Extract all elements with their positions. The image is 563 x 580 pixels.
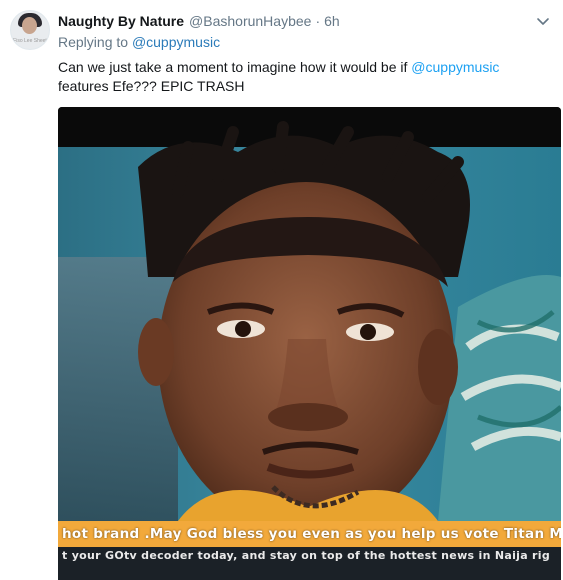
tweet-text-after: features Efe??? EPIC TRASH: [58, 78, 245, 94]
header-separator: ·: [315, 13, 321, 29]
avatar-caption: Fiso Lee Sheet: [13, 38, 47, 44]
tweet-timestamp[interactable]: 6h: [324, 13, 340, 29]
tweet-text-before: Can we just take a moment to imagine how…: [58, 59, 412, 75]
author-avatar[interactable]: Fiso Lee Sheet: [10, 10, 50, 50]
tweet-header: Naughty By Nature @BashorunHaybee · 6h: [58, 10, 553, 32]
author-handle[interactable]: @BashorunHaybee: [189, 13, 311, 29]
ticker-bottom: t your GOtv decoder today, and stay on t…: [58, 547, 561, 580]
ticker-top: hot brand .May God bless you even as you…: [58, 521, 561, 547]
tweet-mention[interactable]: @cuppymusic: [411, 59, 499, 75]
avatar-face: [22, 17, 37, 34]
author-name[interactable]: Naughty By Nature: [58, 13, 184, 29]
replying-prefix: Replying to: [58, 34, 129, 50]
replying-to-line: Replying to @cuppymusic: [58, 34, 220, 50]
tweet-text: Can we just take a moment to imagine how…: [58, 58, 553, 96]
media-photo-illustration: [58, 107, 561, 532]
chevron-down-icon[interactable]: [535, 13, 551, 29]
replying-to-mention[interactable]: @cuppymusic: [132, 34, 220, 50]
tweet-media-photo[interactable]: hot brand .May God bless you even as you…: [58, 107, 561, 580]
